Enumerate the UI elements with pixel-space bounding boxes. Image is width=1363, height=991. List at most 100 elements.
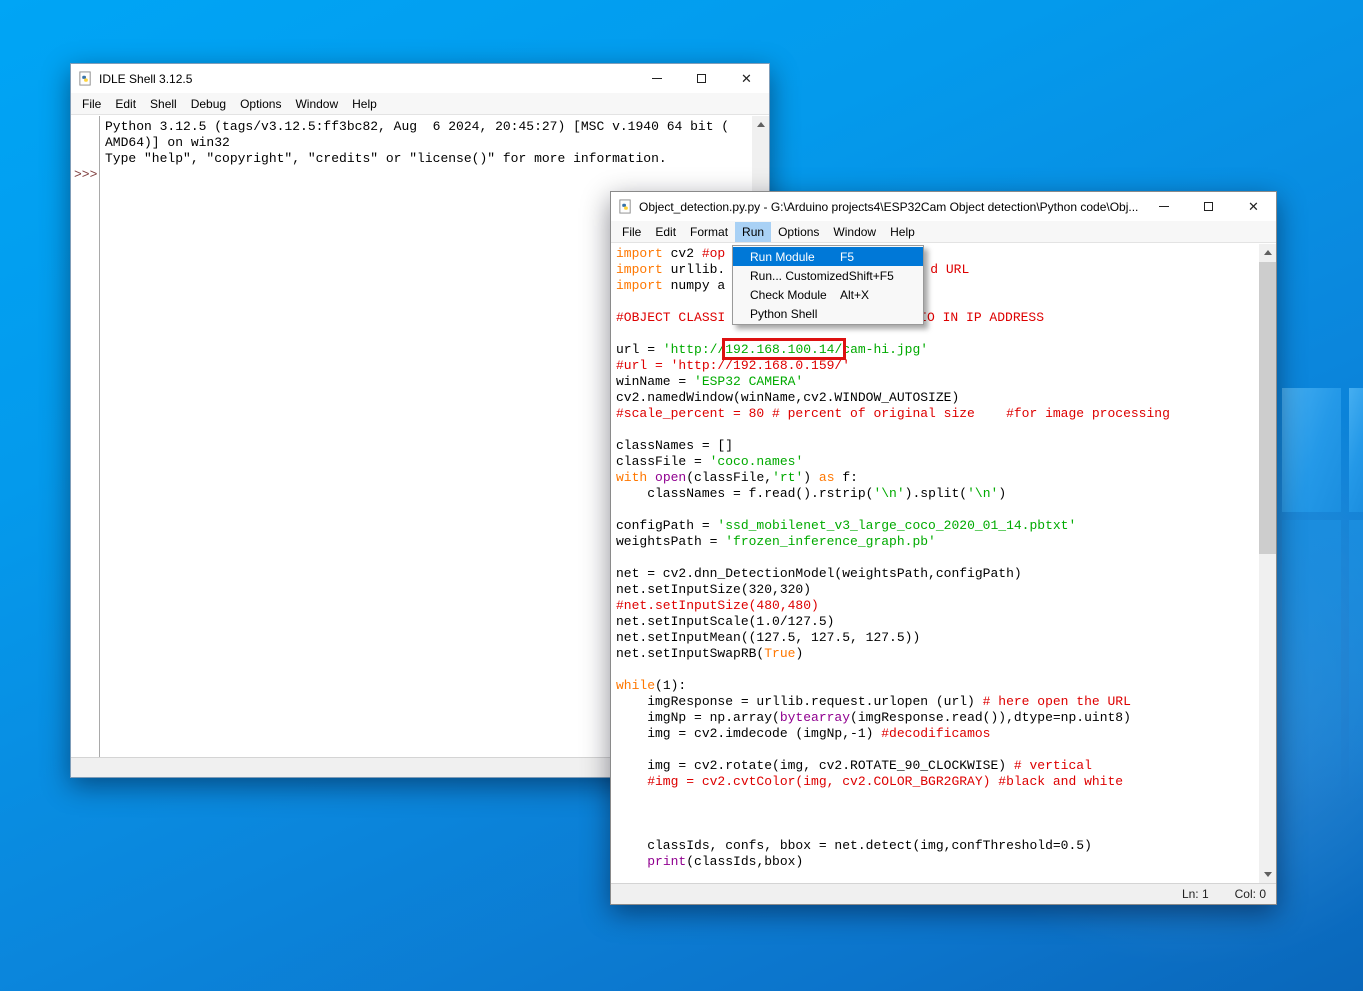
editor-text-area[interactable]: import cv2 #opimport urllib.d URLimport … xyxy=(611,244,1276,883)
code-line: weightsPath = 'frozen_inference_graph.pb… xyxy=(616,534,1259,550)
scroll-down-icon[interactable] xyxy=(1259,866,1276,883)
code-line: img = cv2.rotate(img, cv2.ROTATE_90_CLOC… xyxy=(616,758,1259,774)
code-line: img = cv2.imdecode (imgNp,-1) #decodific… xyxy=(616,726,1259,742)
editor-menu-edit[interactable]: Edit xyxy=(648,222,683,242)
code-line: import cv2 #op xyxy=(616,246,1259,262)
editor-statusbar: Ln: 1 Col: 0 xyxy=(611,883,1276,904)
editor-menubar: File Edit Format Run Options Window Help xyxy=(611,221,1276,243)
shell-minimize-button[interactable] xyxy=(634,64,679,93)
code-line xyxy=(616,502,1259,518)
maximize-icon xyxy=(1204,202,1213,211)
wallpaper-logo-pane xyxy=(1282,388,1341,512)
editor-close-button[interactable]: ✕ xyxy=(1231,192,1276,221)
editor-menu-file[interactable]: File xyxy=(615,222,648,242)
maximize-icon xyxy=(697,74,706,83)
code-line: classNames = [] xyxy=(616,438,1259,454)
code-line: imgResponse = urllib.request.urlopen (ur… xyxy=(616,694,1259,710)
wallpaper-logo-pane xyxy=(1282,520,1341,832)
shell-menu-window[interactable]: Window xyxy=(288,94,345,114)
close-icon: ✕ xyxy=(741,72,752,85)
scrollbar-thumb[interactable] xyxy=(1259,262,1276,554)
code-line xyxy=(616,806,1259,822)
code-line: print(classIds,bbox) xyxy=(616,854,1259,870)
code-line: url = 'http://192.168.100.14/cam-hi.jpg' xyxy=(616,342,1259,358)
shell-output-line: Python 3.12.5 (tags/v3.12.5:ff3bc82, Aug… xyxy=(105,119,751,135)
run-menu-item-python-shell[interactable]: Python Shell xyxy=(733,304,923,323)
code-line: while(1): xyxy=(616,678,1259,694)
idle-file-icon xyxy=(618,199,633,214)
code-line: with open(classFile,'rt') as f: xyxy=(616,470,1259,486)
shell-menu-debug[interactable]: Debug xyxy=(184,94,233,114)
code-line: classFile = 'coco.names' xyxy=(616,454,1259,470)
code-line: cv2.namedWindow(winName,cv2.WINDOW_AUTOS… xyxy=(616,390,1259,406)
editor-vscrollbar[interactable] xyxy=(1259,244,1276,883)
shell-menu-help[interactable]: Help xyxy=(345,94,384,114)
scroll-up-icon[interactable] xyxy=(752,116,769,133)
close-icon: ✕ xyxy=(1248,200,1259,213)
code-line: net.setInputScale(1.0/127.5) xyxy=(616,614,1259,630)
shell-close-button[interactable]: ✕ xyxy=(724,64,769,93)
shell-menu-shell[interactable]: Shell xyxy=(143,94,184,114)
run-menu-item-run-module[interactable]: Run Module F5 xyxy=(733,247,923,266)
editor-titlebar[interactable]: Object_detection.py.py - G:\Arduino proj… xyxy=(611,192,1276,221)
wallpaper-logo-pane xyxy=(1349,520,1363,832)
code-line: net.setInputSize(320,320) xyxy=(616,582,1259,598)
status-column-number: Col: 0 xyxy=(1235,887,1266,901)
code-line xyxy=(616,790,1259,806)
code-line: #scale_percent = 80 # percent of origina… xyxy=(616,406,1259,422)
wallpaper-logo-pane xyxy=(1349,388,1363,512)
shell-output-line: AMD64)] on win32 xyxy=(105,135,751,151)
code-line xyxy=(616,742,1259,758)
shell-menu-options[interactable]: Options xyxy=(233,94,288,114)
idle-file-icon xyxy=(78,71,93,86)
minimize-icon xyxy=(1159,206,1169,207)
status-line-number: Ln: 1 xyxy=(1182,887,1209,901)
code-line xyxy=(616,822,1259,838)
scroll-up-icon[interactable] xyxy=(1259,244,1276,261)
code-line: #OBJECT CLASSIIO IN IP ADDRESS xyxy=(616,310,1259,326)
code-line: classNames = f.read().rstrip('\n').split… xyxy=(616,486,1259,502)
run-menu-item-run-customized[interactable]: Run... Customized Shift+F5 xyxy=(733,266,923,285)
editor-minimize-button[interactable] xyxy=(1141,192,1186,221)
code-line: net.setInputMean((127.5, 127.5, 127.5)) xyxy=(616,630,1259,646)
shell-output-line: Type "help", "copyright", "credits" or "… xyxy=(105,151,751,167)
code-line xyxy=(616,422,1259,438)
code-line: import numpy a xyxy=(616,278,1259,294)
shell-window-title: IDLE Shell 3.12.5 xyxy=(99,72,634,86)
code-line: net.setInputSwapRB(True) xyxy=(616,646,1259,662)
editor-maximize-button[interactable] xyxy=(1186,192,1231,221)
code-line xyxy=(616,294,1259,310)
code-line xyxy=(616,662,1259,678)
editor-menu-window[interactable]: Window xyxy=(826,222,883,242)
code-line: import urllib.d URL xyxy=(616,262,1259,278)
shell-output: Python 3.12.5 (tags/v3.12.5:ff3bc82, Aug… xyxy=(105,119,751,167)
code-line: classIds, confs, bbox = net.detect(img,c… xyxy=(616,838,1259,854)
shell-maximize-button[interactable] xyxy=(679,64,724,93)
editor-menu-options[interactable]: Options xyxy=(771,222,826,242)
shell-prompt: >>> xyxy=(74,167,97,183)
editor-menu-run[interactable]: Run xyxy=(735,222,771,242)
shell-prompt-gutter: >>> xyxy=(71,116,100,757)
shell-titlebar[interactable]: IDLE Shell 3.12.5 ✕ xyxy=(71,64,769,93)
code-area[interactable]: import cv2 #opimport urllib.d URLimport … xyxy=(611,244,1259,883)
code-line: #url = 'http://192.168.0.159/' xyxy=(616,358,1259,374)
code-line xyxy=(616,326,1259,342)
shell-menubar: File Edit Shell Debug Options Window Hel… xyxy=(71,93,769,115)
editor-window: Object_detection.py.py - G:\Arduino proj… xyxy=(610,191,1277,905)
editor-menu-format[interactable]: Format xyxy=(683,222,735,242)
editor-menu-help[interactable]: Help xyxy=(883,222,922,242)
shell-menu-edit[interactable]: Edit xyxy=(108,94,143,114)
code-line: winName = 'ESP32 CAMERA' xyxy=(616,374,1259,390)
run-menu-item-check-module[interactable]: Check Module Alt+X xyxy=(733,285,923,304)
code-line xyxy=(616,550,1259,566)
code-line: #img = cv2.cvtColor(img, cv2.COLOR_BGR2G… xyxy=(616,774,1259,790)
code-line: configPath = 'ssd_mobilenet_v3_large_coc… xyxy=(616,518,1259,534)
run-dropdown-menu: Run Module F5 Run... Customized Shift+F5… xyxy=(732,245,924,325)
desktop-wallpaper: IDLE Shell 3.12.5 ✕ File Edit Shell Debu… xyxy=(0,0,1363,991)
minimize-icon xyxy=(652,78,662,79)
code-line: net = cv2.dnn_DetectionModel(weightsPath… xyxy=(616,566,1259,582)
code-line: imgNp = np.array(bytearray(imgResponse.r… xyxy=(616,710,1259,726)
shell-menu-file[interactable]: File xyxy=(75,94,108,114)
code-line: #net.setInputSize(480,480) xyxy=(616,598,1259,614)
editor-window-title: Object_detection.py.py - G:\Arduino proj… xyxy=(639,200,1141,214)
